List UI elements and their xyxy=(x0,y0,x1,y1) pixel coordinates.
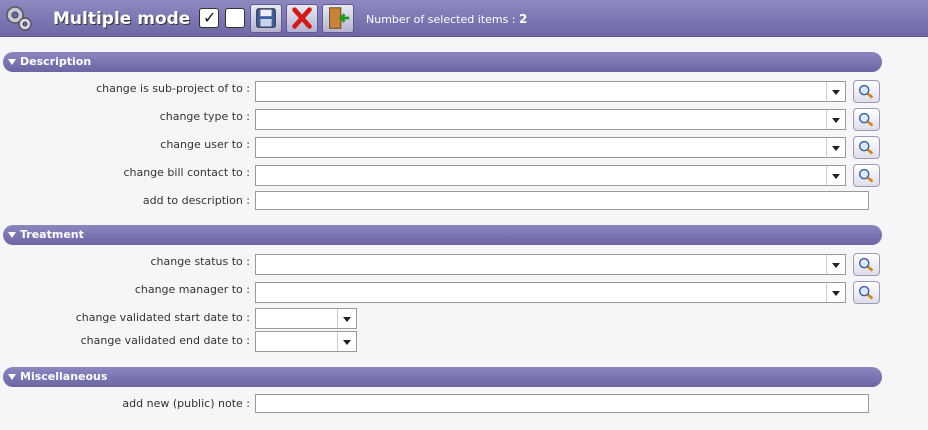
search-icon xyxy=(858,168,874,183)
section-description-header[interactable]: Description xyxy=(3,52,882,72)
note-label: add new (public) note : xyxy=(122,397,250,410)
manager-search-button[interactable] xyxy=(853,281,880,304)
search-icon xyxy=(858,257,874,272)
subproject-select[interactable] xyxy=(255,81,846,102)
section-misc-header[interactable]: Miscellaneous xyxy=(3,367,882,387)
section-title: Description xyxy=(20,55,92,68)
startdate-label: change validated start date to : xyxy=(75,311,250,324)
user-label: change user to : xyxy=(160,138,250,151)
section-title: Treatment xyxy=(20,228,84,241)
selected-count: Number of selected items : 2 xyxy=(366,12,527,26)
type-label: change type to : xyxy=(159,110,250,123)
billcontact-label: change bill contact to : xyxy=(123,166,250,179)
chevron-down-icon[interactable] xyxy=(826,255,845,274)
enddate-label: change validated end date to : xyxy=(80,334,250,347)
section-treatment-header[interactable]: Treatment xyxy=(3,225,882,245)
selected-count-label: Number of selected items : xyxy=(366,13,519,26)
page-title: Multiple mode xyxy=(53,9,191,29)
unselect-all-checkbox[interactable] xyxy=(225,8,245,28)
chevron-down-icon[interactable] xyxy=(337,332,356,351)
section-title: Miscellaneous xyxy=(20,370,108,383)
note-input[interactable] xyxy=(255,394,869,413)
subproject-search-button[interactable] xyxy=(853,80,880,103)
subproject-label: change is sub-project of to : xyxy=(96,82,250,95)
chevron-down-icon[interactable] xyxy=(826,283,845,302)
save-button[interactable] xyxy=(250,4,282,33)
chevron-down-icon[interactable] xyxy=(826,138,845,157)
check-mark-icon: ✓ xyxy=(203,8,217,27)
manager-select[interactable] xyxy=(255,282,846,303)
exit-icon xyxy=(329,7,350,29)
user-search-button[interactable] xyxy=(853,136,880,159)
save-icon xyxy=(256,8,276,28)
type-search-button[interactable] xyxy=(853,108,880,131)
enddate-input[interactable] xyxy=(255,331,357,352)
status-label: change status to : xyxy=(150,255,250,268)
selected-count-value: 2 xyxy=(519,12,528,26)
status-search-button[interactable] xyxy=(853,253,880,276)
chevron-down-icon[interactable] xyxy=(826,166,845,185)
type-select[interactable] xyxy=(255,109,846,130)
gear-icon xyxy=(6,6,32,31)
manager-label: change manager to : xyxy=(134,283,250,296)
billcontact-select[interactable] xyxy=(255,165,846,186)
adddesc-label: add to description : xyxy=(142,194,250,207)
chevron-down-icon[interactable] xyxy=(337,309,356,328)
search-icon xyxy=(858,285,874,300)
cancel-button[interactable] xyxy=(286,4,318,33)
chevron-down-icon[interactable] xyxy=(826,110,845,129)
cancel-icon xyxy=(292,7,312,29)
startdate-input[interactable] xyxy=(255,308,357,329)
billcontact-search-button[interactable] xyxy=(853,164,880,187)
search-icon xyxy=(858,112,874,127)
description-input[interactable] xyxy=(255,191,869,210)
search-icon xyxy=(858,84,874,99)
select-all-checkbox[interactable]: ✓ xyxy=(199,8,219,28)
exit-button[interactable] xyxy=(322,4,354,33)
search-icon xyxy=(858,140,874,155)
user-select[interactable] xyxy=(255,137,846,158)
chevron-down-icon[interactable] xyxy=(826,82,845,101)
status-select[interactable] xyxy=(255,254,846,275)
toolbar: Multiple mode ✓ Number of selected items… xyxy=(0,0,928,37)
